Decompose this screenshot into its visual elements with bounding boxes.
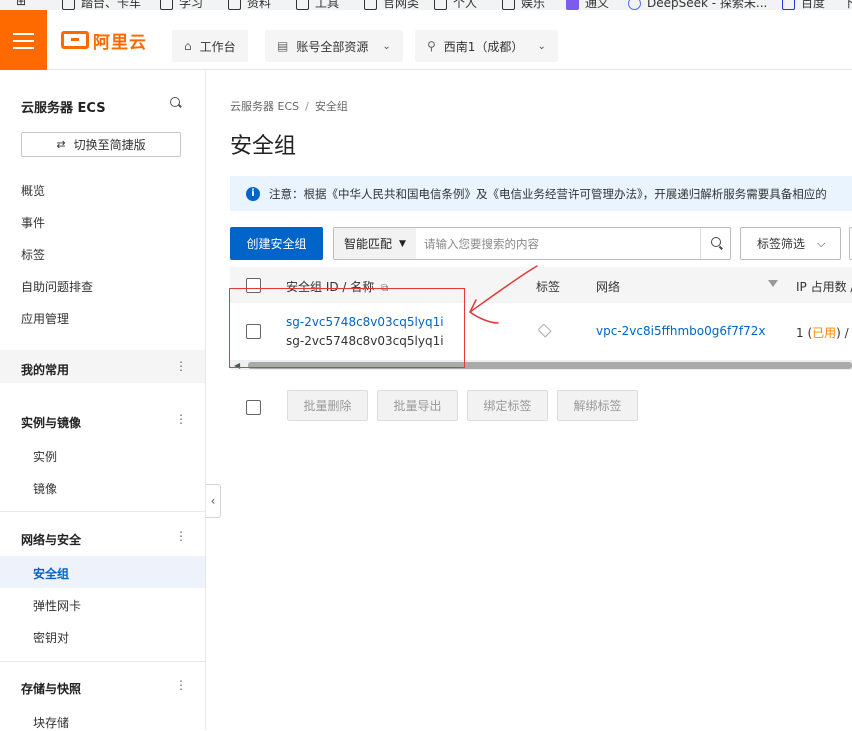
breadcrumb: 云服务器 ECS / 安全组 — [230, 100, 348, 113]
column-tags: 标签 — [536, 280, 561, 294]
bookmark-folder[interactable]: 官网类 — [364, 0, 419, 10]
column-network: 网络 — [596, 280, 621, 294]
bookmark-folder[interactable]: 资料 — [228, 0, 271, 10]
more-icon[interactable]: ⋮ — [175, 679, 187, 691]
sidebar-item-eni[interactable]: 弹性网卡 — [33, 597, 81, 614]
tag-icon[interactable] — [537, 323, 552, 338]
page-title: 安全组 — [230, 134, 297, 159]
sidebar-group-storage-snapshots[interactable]: 存储与快照 — [21, 680, 81, 697]
sidebar-item-images[interactable]: 镜像 — [33, 480, 57, 497]
sidebar-title: 云服务器 ECS — [21, 101, 106, 116]
folder-icon — [502, 0, 515, 10]
bookmark-folder[interactable]: 工具 — [296, 0, 339, 10]
bookmark-tongyi[interactable]: 通义 — [566, 0, 609, 10]
sidebar-item-tags[interactable]: 标签 — [21, 246, 45, 263]
filter-icon[interactable] — [768, 280, 778, 287]
apps-grid-icon[interactable]: ⊞ — [16, 0, 26, 8]
folder-icon — [228, 0, 241, 10]
annotation-highlight-box — [229, 288, 465, 368]
more-icon[interactable]: ⋮ — [175, 413, 187, 425]
caret-down-icon: ▼ — [399, 238, 406, 249]
aliyun-logo[interactable]: 阿里云 — [61, 29, 147, 53]
search-icon[interactable] — [170, 97, 180, 107]
sidebar-item-overview[interactable]: 概览 — [21, 182, 45, 199]
sidebar: 云服务器 ECS ⇄ 切换至简捷版 概览 事件 标签 自助问题排查 应用管理 我… — [0, 71, 206, 730]
ip-used-status: 已用 — [812, 326, 837, 340]
chevron-down-icon: ⌵ — [817, 236, 826, 250]
search-input[interactable] — [424, 228, 694, 259]
sidebar-item-security-group[interactable]: 安全组 — [33, 565, 69, 582]
chevron-down-icon: ⌄ — [537, 40, 546, 52]
folder-icon — [364, 0, 377, 10]
bookmark-baidu[interactable]: 百度 — [782, 0, 825, 10]
bookmark-folder[interactable]: 下 — [843, 0, 852, 10]
breadcrumb-item-current: 安全组 — [314, 100, 348, 113]
workbench-button[interactable]: ⌂ 工作台 — [172, 30, 248, 62]
bind-tags-button[interactable]: 绑定标签 — [467, 390, 548, 421]
create-security-group-button[interactable]: 创建安全组 — [230, 227, 323, 260]
search-box: 智能匹配 ▼ — [333, 227, 731, 260]
swap-icon: ⇄ — [56, 138, 66, 151]
notice-text: 注意：根据《中华人民共和国电信条例》及《电信业务经营许可管理办法》，开展递归解析… — [269, 186, 827, 201]
bookmark-folder[interactable]: 娱乐 — [502, 0, 545, 10]
more-icon[interactable]: ⋮ — [175, 360, 187, 372]
sidebar-group-network-security[interactable]: 网络与安全 — [21, 531, 81, 548]
bookmark-folder[interactable]: 个人 — [434, 0, 477, 10]
bookmark-deepseek[interactable]: DeepSeek - 探索未... — [628, 0, 767, 10]
chevron-down-icon: ⌄ — [382, 40, 391, 52]
folder-icon — [62, 0, 75, 10]
notice-banner: i 注意：根据《中华人民共和国电信条例》及《电信业务经营许可管理办法》，开展递归… — [230, 176, 852, 211]
bookmark-folder[interactable]: 踏台、卡车 — [62, 0, 141, 10]
chevron-left-icon: ‹ — [210, 494, 216, 508]
top-navbar: 阿里云 ⌂ 工作台 ▤ 账号全部资源 ⌄ ⚲ 西南1（成都） ⌄ — [0, 10, 852, 70]
resource-group-icon: ▤ — [277, 39, 289, 53]
more-icon[interactable]: ⋮ — [175, 530, 187, 542]
batch-delete-button[interactable]: 批量删除 — [287, 390, 368, 421]
bookmarks-bar: ⊞ 踏台、卡车 学习 资料 工具 官网类 个人 娱乐 通义 DeepSeek -… — [0, 0, 852, 10]
region-dropdown[interactable]: ⚲ 西南1（成都） ⌄ — [415, 30, 558, 62]
sidebar-item-instances[interactable]: 实例 — [33, 448, 57, 465]
search-icon[interactable] — [700, 228, 731, 259]
sidebar-item-app-management[interactable]: 应用管理 — [21, 310, 69, 327]
deepseek-icon — [628, 0, 641, 10]
breadcrumb-item-ecs[interactable]: 云服务器 ECS — [230, 100, 299, 113]
account-scope-dropdown[interactable]: ▤ 账号全部资源 ⌄ — [265, 30, 403, 62]
batch-select-checkbox[interactable] — [246, 400, 261, 415]
info-icon: i — [246, 186, 260, 201]
sidebar-item-events[interactable]: 事件 — [21, 214, 45, 231]
hamburger-icon — [13, 33, 34, 35]
home-icon: ⌂ — [184, 39, 192, 53]
batch-export-button[interactable]: 批量导出 — [377, 390, 458, 421]
sidebar-group-instances-images[interactable]: 实例与镜像 — [21, 414, 81, 431]
ip-usage-value: 1 (已用) / — [796, 326, 849, 340]
tongyi-icon — [566, 0, 579, 10]
unbind-tags-button[interactable]: 解绑标签 — [557, 390, 638, 421]
sidebar-item-key-pairs[interactable]: 密钥对 — [33, 629, 69, 646]
bookmark-folder[interactable]: 学习 — [160, 0, 203, 10]
sidebar-item-block-storage[interactable]: 块存储 — [33, 714, 69, 731]
location-pin-icon: ⚲ — [427, 39, 436, 53]
tag-filter-button[interactable]: 标签筛选 ⌵ — [740, 227, 841, 260]
folder-icon — [434, 0, 447, 10]
sidebar-group-favorites[interactable]: 我的常用 — [21, 361, 69, 378]
sidebar-collapse-button[interactable]: ‹ — [206, 484, 221, 518]
sidebar-item-troubleshoot[interactable]: 自助问题排查 — [21, 278, 93, 295]
folder-icon — [160, 0, 173, 10]
search-mode-select[interactable]: 智能匹配 ▼ — [334, 228, 416, 259]
baidu-icon — [782, 0, 795, 10]
menu-button[interactable] — [0, 10, 47, 70]
column-ip-usage: IP 占用数 / — [796, 280, 852, 294]
aliyun-logo-icon — [61, 31, 89, 49]
switch-simple-version-button[interactable]: ⇄ 切换至简捷版 — [21, 132, 181, 157]
folder-icon — [296, 0, 309, 10]
vpc-link[interactable]: vpc-2vc8i5ffhmbo0g6f7f72x — [596, 324, 765, 338]
